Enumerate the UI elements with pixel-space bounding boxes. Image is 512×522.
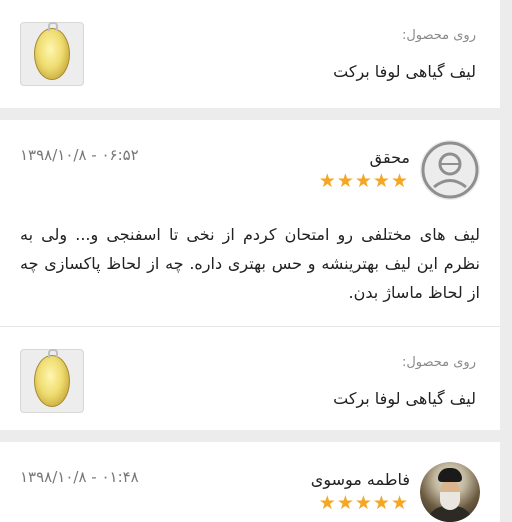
star-icon: ★	[390, 170, 408, 192]
product-card[interactable]: روی محصول: لیف گیاهی لوفا برکت	[0, 326, 500, 430]
user-avatar	[420, 140, 480, 200]
user-circle-icon	[421, 141, 479, 199]
product-card[interactable]: روی محصول: لیف گیاهی لوفا برکت	[0, 0, 500, 108]
product-label: روی محصول:	[401, 355, 476, 370]
star-icon: ★	[354, 492, 372, 514]
rating-stars: ★ ★ ★ ★ ★	[319, 170, 408, 192]
star-icon: ★	[372, 492, 390, 514]
star-icon: ★	[390, 492, 408, 514]
rating-stars: ★ ★ ★ ★ ★	[319, 492, 408, 514]
review-date: ۱۳۹۸/۱۰/۸ - ۰۶:۵۲	[20, 146, 139, 164]
product-name[interactable]: لیف گیاهی لوفا برکت	[333, 62, 476, 81]
star-icon: ★	[318, 170, 336, 192]
review-author: محقق	[369, 148, 410, 167]
star-icon: ★	[336, 492, 354, 514]
product-thumbnail[interactable]	[20, 349, 84, 413]
profile-photo	[420, 462, 480, 522]
user-avatar	[420, 462, 480, 522]
star-icon: ★	[354, 170, 372, 192]
review-author: فاطمه موسوی	[310, 470, 410, 489]
review-text: لیف های مختلفی رو امتحان کردم از نخی تا …	[20, 225, 480, 302]
loofah-image	[34, 22, 70, 80]
product-label: روی محصول:	[401, 28, 476, 43]
star-icon: ★	[336, 170, 354, 192]
product-thumbnail[interactable]	[20, 22, 84, 86]
star-icon: ★	[372, 170, 390, 192]
loofah-image	[34, 349, 70, 407]
review-card: محقق ۱۳۹۸/۱۰/۸ - ۰۶:۵۲ ★ ★ ★ ★ ★ لیف های…	[0, 120, 500, 326]
review-card: فاطمه موسوی ۱۳۹۸/۱۰/۸ - ۰۱:۴۸ ★ ★ ★ ★ ★	[0, 442, 500, 522]
star-icon: ★	[318, 492, 336, 514]
product-name[interactable]: لیف گیاهی لوفا برکت	[333, 389, 476, 408]
review-date: ۱۳۹۸/۱۰/۸ - ۰۱:۴۸	[20, 468, 139, 486]
